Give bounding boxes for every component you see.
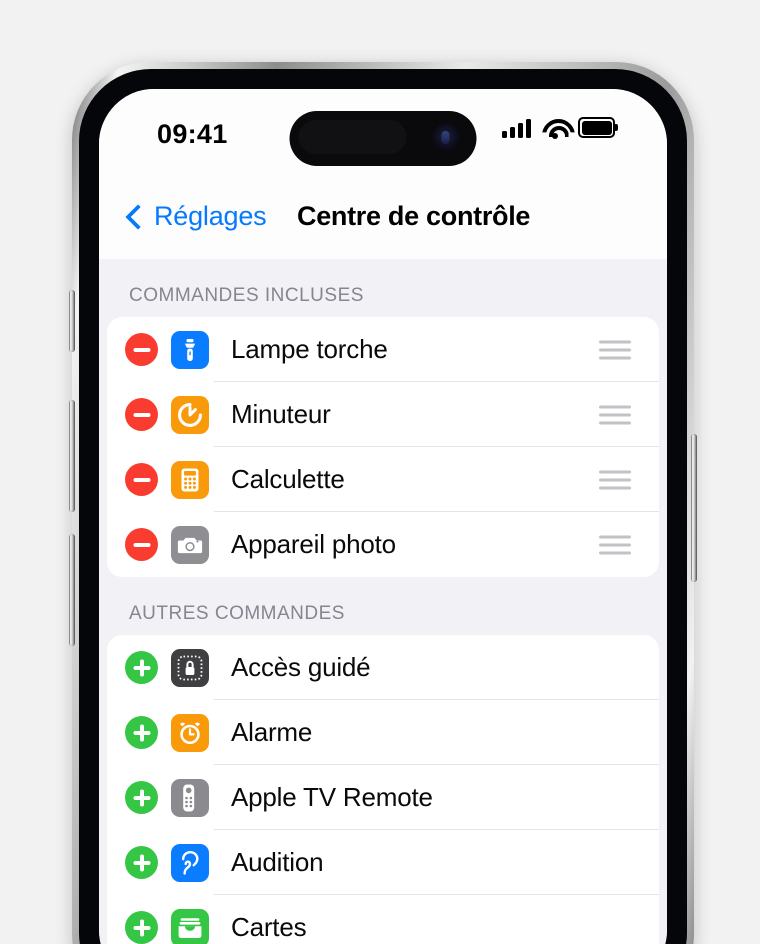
front-camera-lens	[432, 124, 460, 151]
list-item-wallet[interactable]: Cartes	[107, 895, 659, 944]
list-item-apple-tv-remote[interactable]: Apple TV Remote	[107, 765, 659, 830]
volume-down-button[interactable]	[69, 534, 75, 646]
calculator-icon	[171, 460, 209, 499]
settings-scroll-view[interactable]: COMMANDES INCLUSES Lampe torche Minuteur…	[99, 259, 667, 944]
list-item-label: Appareil photo	[231, 529, 396, 559]
navigation-bar: Réglages Centre de contrôle	[99, 181, 667, 259]
remove-control-button[interactable]	[125, 398, 158, 431]
list-item-timer[interactable]: Minuteur	[107, 382, 659, 447]
hearing-icon	[171, 843, 209, 882]
wallet-icon	[171, 908, 209, 944]
back-button-label: Réglages	[154, 201, 267, 231]
iphone-device-frame: 09:41 Réglages Centre de contrôle COMMAN…	[69, 62, 697, 944]
section-header-more: AUTRES COMMANDES	[129, 603, 345, 624]
list-item-hearing[interactable]: Audition	[107, 830, 659, 895]
device-bezel: 09:41 Réglages Centre de contrôle COMMAN…	[79, 69, 687, 944]
list-item-guided-access[interactable]: Accès guidé	[107, 635, 659, 700]
apple-tv-remote-icon	[171, 778, 209, 817]
list-item-calculator[interactable]: Calculette	[107, 447, 659, 512]
side-power-button[interactable]	[691, 434, 697, 582]
guided-access-icon	[171, 648, 209, 687]
dynamic-island-pill	[298, 120, 407, 154]
add-control-button[interactable]	[125, 911, 158, 944]
volume-up-button[interactable]	[69, 400, 75, 512]
section-header-included: COMMANDES INCLUSES	[129, 285, 364, 306]
list-item-flashlight[interactable]: Lampe torche	[107, 317, 659, 382]
reorder-handle-icon[interactable]	[599, 405, 631, 424]
back-button[interactable]: Réglages	[125, 201, 267, 232]
cellular-bars-icon	[502, 118, 531, 138]
reorder-handle-icon[interactable]	[599, 470, 631, 489]
flashlight-icon	[171, 330, 209, 369]
status-indicators	[502, 117, 618, 139]
list-item-label: Alarme	[231, 717, 313, 747]
add-control-button[interactable]	[125, 781, 158, 814]
action-button[interactable]	[69, 290, 75, 352]
list-item-label: Calculette	[231, 464, 345, 494]
remove-control-button[interactable]	[125, 333, 158, 366]
more-controls-card: Accès guidé Alarme Apple TV Remote Audit…	[107, 635, 659, 944]
status-bar: 09:41	[99, 89, 667, 181]
list-item-label: Apple TV Remote	[231, 782, 433, 812]
remove-control-button[interactable]	[125, 528, 158, 561]
battery-full-icon	[578, 117, 618, 138]
screenshot-canvas: 09:41 Réglages Centre de contrôle COMMAN…	[0, 0, 760, 944]
reorder-handle-icon[interactable]	[599, 535, 631, 554]
included-controls-card: Lampe torche Minuteur Calculette Apparei…	[107, 317, 659, 577]
add-control-button[interactable]	[125, 651, 158, 684]
camera-icon	[171, 525, 209, 564]
add-control-button[interactable]	[125, 846, 158, 879]
timer-icon	[171, 395, 209, 434]
device-screen: 09:41 Réglages Centre de contrôle COMMAN…	[99, 89, 667, 944]
add-control-button[interactable]	[125, 716, 158, 749]
alarm-icon	[171, 713, 209, 752]
status-clock: 09:41	[157, 119, 228, 149]
list-item-label: Cartes	[231, 912, 307, 942]
remove-control-button[interactable]	[125, 463, 158, 496]
list-item-camera[interactable]: Appareil photo	[107, 512, 659, 577]
dynamic-island	[289, 111, 477, 166]
list-item-label: Accès guidé	[231, 652, 371, 682]
list-item-label: Audition	[231, 847, 324, 877]
list-item-label: Minuteur	[231, 399, 331, 429]
list-item-alarm[interactable]: Alarme	[107, 700, 659, 765]
chevron-left-icon	[125, 203, 151, 230]
page-title: Centre de contrôle	[297, 201, 531, 231]
reorder-handle-icon[interactable]	[599, 340, 631, 359]
wifi-icon	[542, 118, 567, 139]
list-item-label: Lampe torche	[231, 334, 388, 364]
